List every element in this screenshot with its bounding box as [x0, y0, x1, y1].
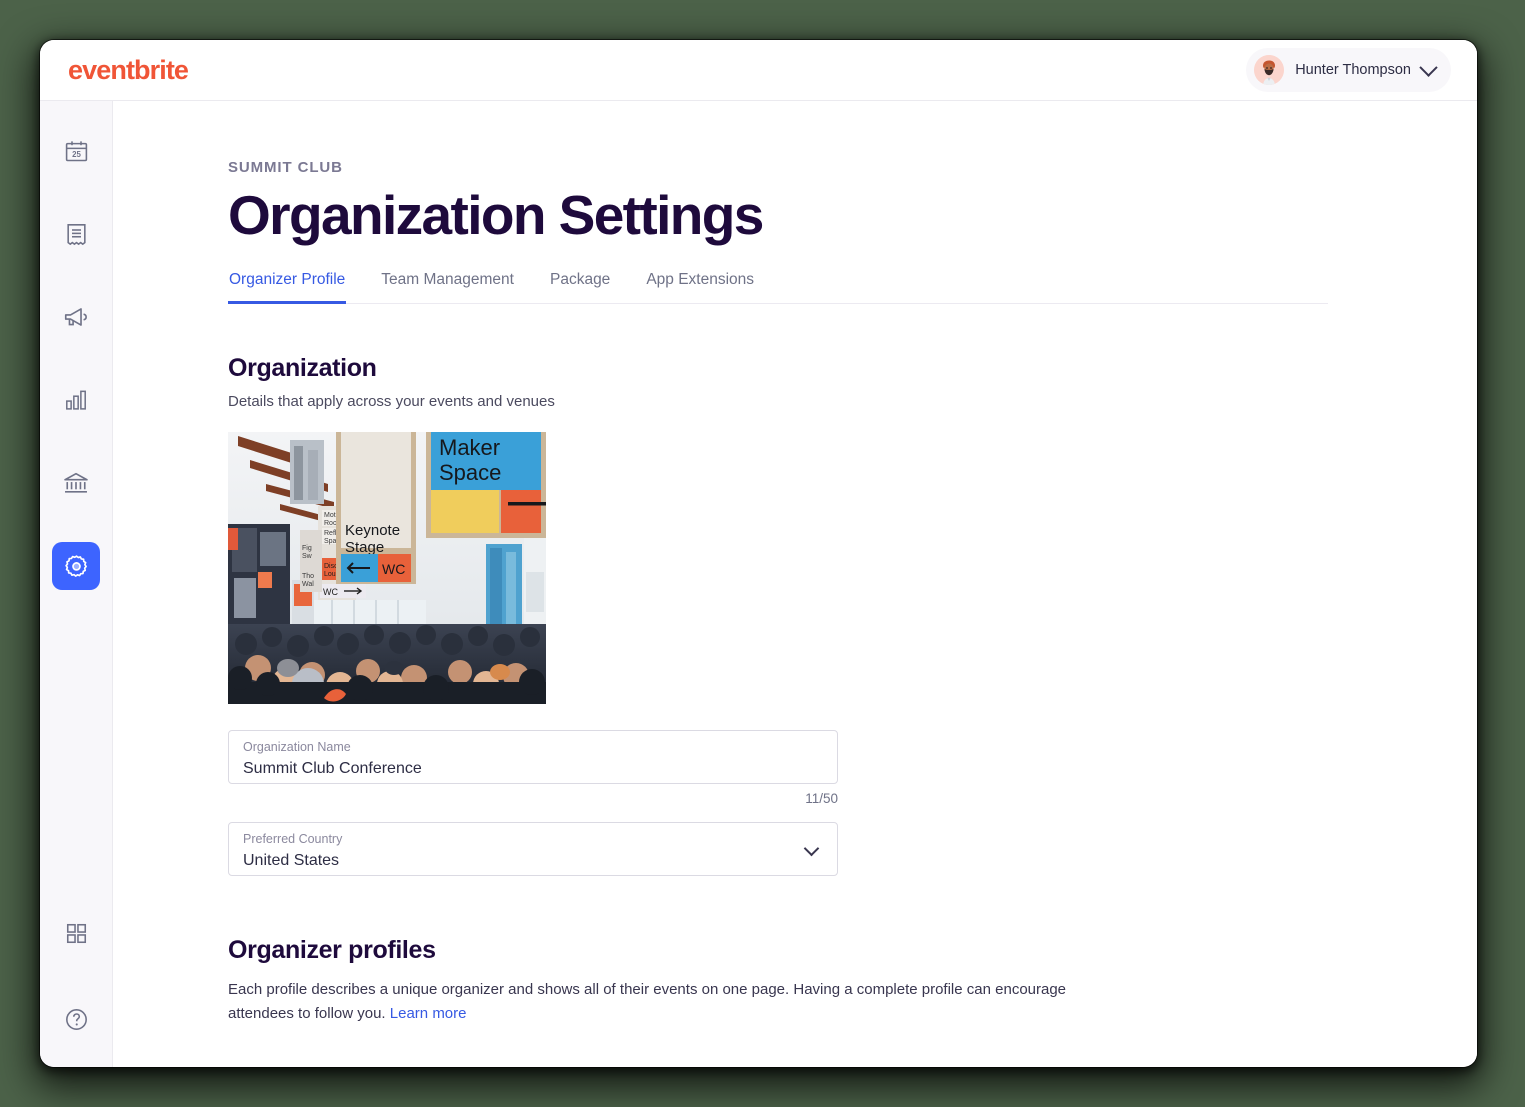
character-counter: 11/50: [805, 791, 838, 807]
svg-text:Maker: Maker: [439, 435, 500, 460]
tab-bar: Organizer Profile Team Management Packag…: [228, 271, 1328, 305]
svg-text:Sw: Sw: [302, 553, 313, 560]
chevron-down-icon: [1419, 57, 1438, 77]
tab-app-extensions[interactable]: App Extensions: [645, 271, 755, 304]
svg-text:Space: Space: [439, 460, 501, 485]
svg-text:25: 25: [72, 150, 81, 159]
svg-text:Lou: Lou: [324, 571, 336, 578]
organization-section: Organization Details that apply across y…: [228, 354, 1477, 877]
grid-apps-icon: [66, 923, 86, 943]
preferred-country-select[interactable]: Preferred Country United States: [228, 822, 838, 877]
user-name-label: Hunter Thompson: [1295, 62, 1411, 78]
sidebar-item-reports[interactable]: [52, 376, 100, 424]
svg-text:Wal: Wal: [302, 581, 314, 588]
organization-name-label: Organization Name: [243, 740, 351, 755]
sidebar-item-finance[interactable]: [52, 459, 100, 507]
organizer-profiles-heading: Organizer profiles: [228, 936, 436, 965]
sidebar-item-help[interactable]: [52, 995, 100, 1043]
organization-subheading: Details that apply across your events an…: [228, 393, 555, 411]
preferred-country-value: United States: [243, 851, 340, 869]
tab-package[interactable]: Package: [549, 271, 611, 304]
left-sidebar: 25: [40, 101, 113, 1067]
conference-hall-photo-icon: Maker Space Mot Roo Refl Spa Disc Lou WC…: [228, 432, 546, 705]
sidebar-item-apps[interactable]: [52, 909, 100, 957]
app-window: eventbrite Hunter Thompson 25 SUMMIT CLU…: [40, 40, 1477, 1067]
svg-text:Keynote: Keynote: [345, 522, 400, 539]
gear-icon: [64, 554, 87, 577]
question-circle-icon: [65, 1008, 87, 1030]
user-avatar-icon: [1254, 55, 1285, 85]
body-container: 25 SUMMIT CLUB Organization Settings Org…: [40, 101, 1477, 1067]
svg-text:Fig: Fig: [302, 545, 312, 552]
organization-name-field[interactable]: Organization Name Summit Club Conference: [228, 730, 838, 785]
sidebar-item-events[interactable]: 25: [52, 127, 100, 175]
bar-chart-icon: [66, 390, 86, 410]
organizer-profiles-section: Organizer profiles Each profile describe…: [228, 936, 1477, 1025]
svg-text:Mot: Mot: [324, 512, 336, 519]
sidebar-item-marketing[interactable]: [52, 293, 100, 341]
bank-icon: [64, 472, 88, 493]
tab-team-management[interactable]: Team Management: [380, 271, 515, 304]
receipt-icon: [66, 223, 86, 245]
svg-text:Refl: Refl: [324, 530, 337, 537]
breadcrumb: SUMMIT CLUB: [228, 159, 343, 176]
preferred-country-label: Preferred Country: [243, 832, 343, 847]
svg-text:Stage: Stage: [345, 539, 384, 556]
organization-name-input[interactable]: Summit Club Conference: [243, 757, 823, 780]
svg-text:WC: WC: [323, 587, 338, 597]
organization-heading: Organization: [228, 354, 377, 383]
organizer-profiles-description-text: Each profile describes a unique organize…: [228, 981, 1067, 1022]
svg-text:WC: WC: [382, 561, 405, 577]
organization-image[interactable]: Maker Space Mot Roo Refl Spa Disc Lou WC…: [228, 432, 546, 705]
megaphone-icon: [64, 308, 87, 326]
svg-text:Tho: Tho: [302, 573, 314, 580]
avatar: [1254, 55, 1285, 85]
user-menu-button[interactable]: Hunter Thompson: [1246, 48, 1451, 92]
organizer-profiles-description: Each profile describes a unique organize…: [228, 978, 1128, 1025]
calendar-icon: 25: [65, 140, 87, 161]
page-title: Organization Settings: [228, 184, 764, 246]
svg-text:Roo: Roo: [324, 520, 337, 527]
sidebar-item-orders[interactable]: [52, 210, 100, 258]
sidebar-item-settings[interactable]: [52, 542, 100, 590]
svg-text:Spa: Spa: [324, 538, 337, 545]
main-content: SUMMIT CLUB Organization Settings Organi…: [113, 101, 1477, 1067]
eventbrite-logo[interactable]: eventbrite: [68, 56, 189, 84]
svg-text:Disc: Disc: [324, 563, 338, 570]
learn-more-link[interactable]: Learn more: [390, 1005, 467, 1022]
top-header-bar: eventbrite Hunter Thompson: [40, 40, 1477, 101]
tab-organizer-profile[interactable]: Organizer Profile: [228, 271, 347, 305]
